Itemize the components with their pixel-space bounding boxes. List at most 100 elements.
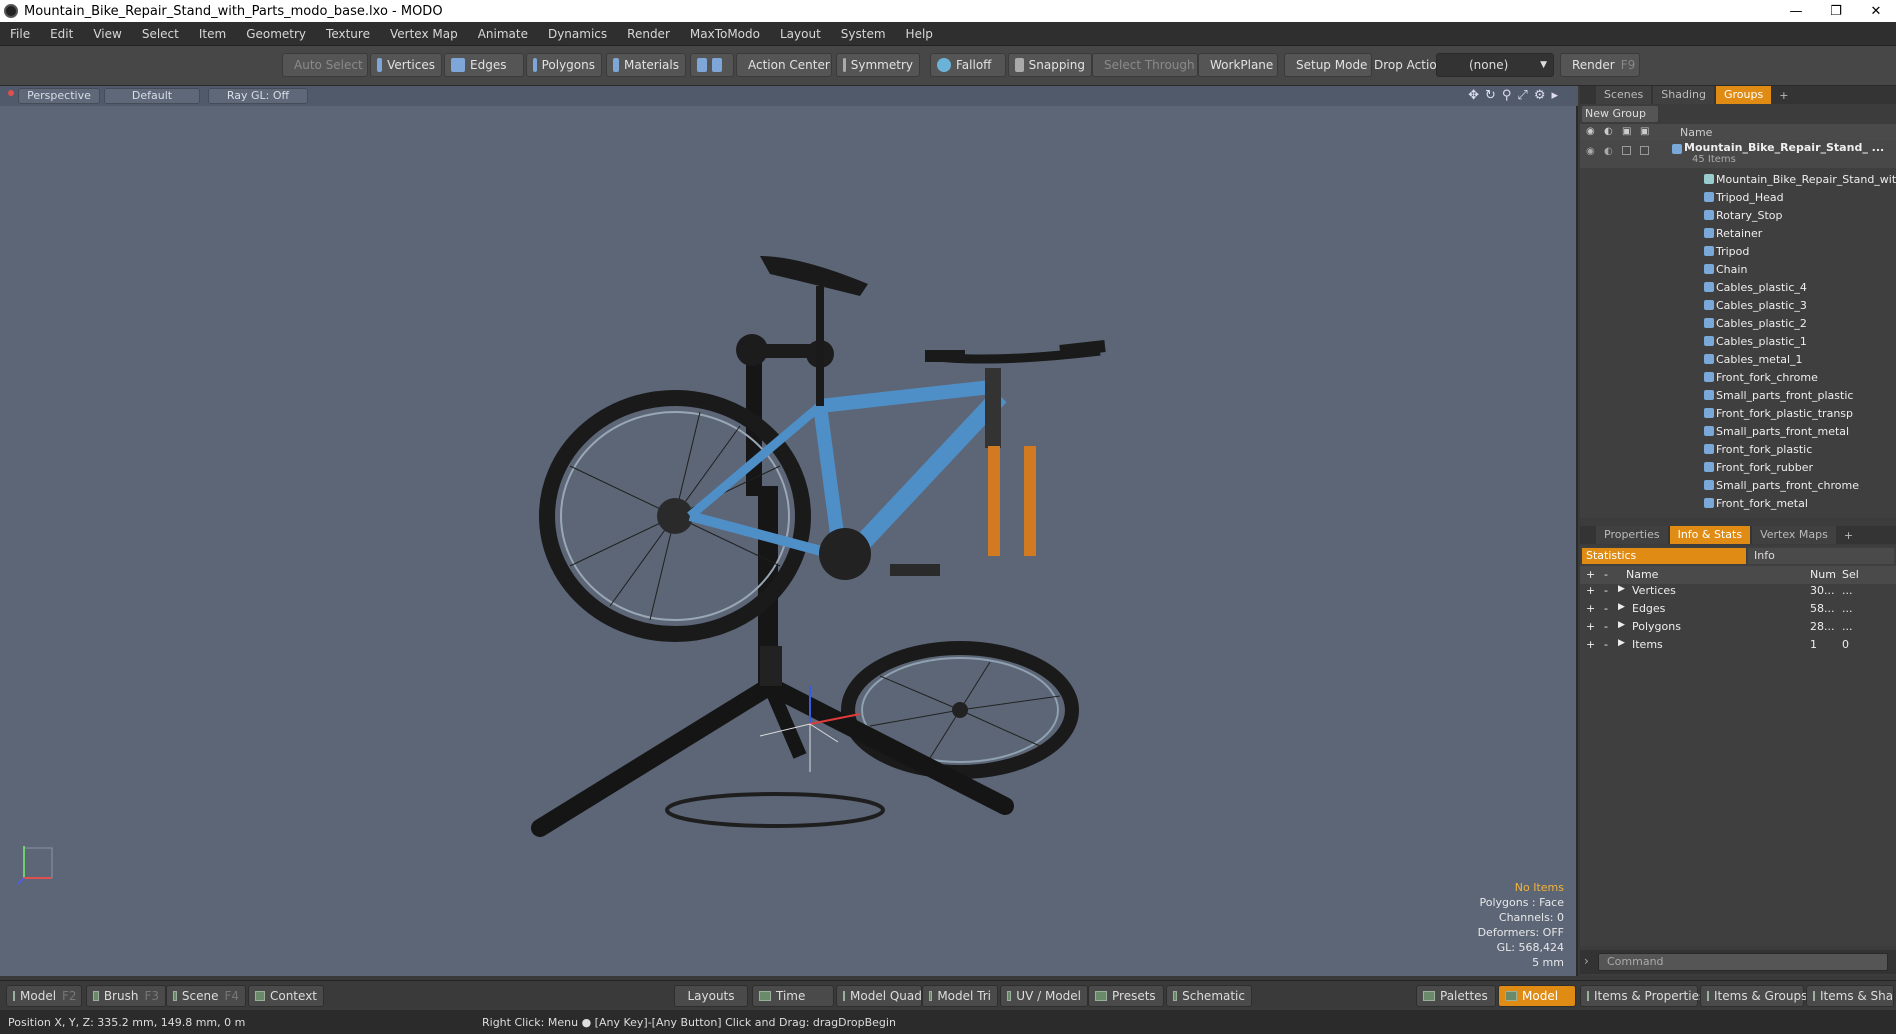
group-item[interactable]: Small_parts_front_metal [1580, 422, 1896, 440]
group-item[interactable]: Front_fork_plastic [1580, 440, 1896, 458]
falloff-button[interactable]: Falloff [930, 53, 1006, 77]
stats-row-items[interactable]: + - ▶ Items 1 0 [1580, 638, 1896, 656]
presets-button[interactable]: Presets [1088, 985, 1164, 1007]
3d-viewport[interactable]: Perspective Default Ray GL: Off ✥ ↻ ⚲ ⤢ … [0, 86, 1578, 976]
add-tab-icon[interactable]: + [1844, 529, 1853, 542]
new-group-button[interactable]: New Group [1582, 106, 1658, 122]
model-layout-button[interactable]: Model F2 [6, 985, 82, 1007]
setup-mode-button[interactable]: Setup Mode [1284, 53, 1372, 77]
menu-render[interactable]: Render [617, 22, 680, 46]
view-style-button[interactable]: Default [104, 88, 200, 104]
tab-statistics[interactable]: Statistics [1582, 548, 1746, 564]
menu-view[interactable]: View [83, 22, 131, 46]
workplane-button[interactable]: WorkPlane [1198, 53, 1278, 77]
group-item[interactable]: Retainer [1580, 224, 1896, 242]
close-icon[interactable]: ✕ [1856, 0, 1896, 22]
menu-item[interactable]: Item [189, 22, 236, 46]
group-item[interactable]: Cables_metal_1 [1580, 350, 1896, 368]
schematic-button[interactable]: Schematic [1166, 985, 1252, 1007]
drop-action-select[interactable]: (none) ▼ [1436, 53, 1554, 77]
items-shading-button[interactable]: Items & Shadi [1806, 985, 1894, 1007]
menu-system[interactable]: System [831, 22, 896, 46]
expand-all-icon[interactable]: + [1586, 568, 1595, 581]
collapse-icon[interactable]: - [1604, 620, 1608, 633]
action-center-button[interactable]: Action Center [736, 53, 832, 77]
group-item[interactable]: Front_fork_chrome [1580, 368, 1896, 386]
group-item[interactable]: Front_fork_metal [1580, 494, 1896, 512]
auto-select-button[interactable]: Auto Select [282, 53, 368, 77]
minimize-icon[interactable]: — [1776, 0, 1816, 22]
menu-vertex-map[interactable]: Vertex Map [380, 22, 468, 46]
scene-layout-button[interactable]: Scene F4 [166, 985, 246, 1007]
menu-select[interactable]: Select [132, 22, 189, 46]
expand-icon[interactable]: + [1586, 584, 1595, 597]
model-quad-button[interactable]: Model Quad [836, 985, 922, 1007]
menu-dynamics[interactable]: Dynamics [538, 22, 617, 46]
group-item[interactable]: Front_fork_rubber [1580, 458, 1896, 476]
menu-texture[interactable]: Texture [316, 22, 380, 46]
model-tab-active[interactable]: Model [1498, 985, 1576, 1007]
collapse-all-icon[interactable]: - [1604, 568, 1608, 581]
group-item[interactable]: Front_fork_plastic_transp [1580, 404, 1896, 422]
view-perspective-button[interactable]: Perspective [18, 88, 100, 104]
collapse-icon[interactable]: - [1604, 584, 1608, 597]
context-button[interactable]: Context [248, 985, 324, 1007]
group-item[interactable]: Tripod_Head [1580, 188, 1896, 206]
root-group-row[interactable]: ◉ ◐ Mountain_Bike_Repair_Stand_ ... 45 I… [1580, 140, 1896, 168]
stats-row-edges[interactable]: + - ▶ Edges 58... ... [1580, 602, 1896, 620]
stats-row-polygons[interactable]: + - ▶ Polygons 28... ... [1580, 620, 1896, 638]
select-through-button[interactable]: Select Through [1092, 53, 1198, 77]
time-button[interactable]: Time [752, 985, 834, 1007]
menu-help[interactable]: Help [896, 22, 943, 46]
tab-scenes[interactable]: Scenes [1596, 86, 1652, 104]
menu-geometry[interactable]: Geometry [236, 22, 316, 46]
collapse-icon[interactable]: - [1604, 638, 1608, 651]
symmetry-button[interactable]: Symmetry [836, 53, 920, 77]
group-item[interactable]: Mountain_Bike_Repair_Stand_with ... [1580, 170, 1896, 188]
menu-file[interactable]: File [0, 22, 40, 46]
group-item[interactable]: Cables_plastic_2 [1580, 314, 1896, 332]
expand-icon[interactable]: + [1586, 620, 1595, 633]
snapping-button[interactable]: Snapping [1008, 53, 1092, 77]
expand-arrow-icon[interactable]: ▸ [1551, 88, 1558, 103]
menu-maxtomodo[interactable]: MaxToModo [680, 22, 770, 46]
edges-button[interactable]: Edges [444, 53, 524, 77]
polygons-button[interactable]: Polygons [526, 53, 602, 77]
render-toggle-icon[interactable]: ◐ [1604, 146, 1613, 157]
move-view-icon[interactable]: ✥ [1468, 88, 1479, 103]
tab-shading[interactable]: Shading [1653, 86, 1714, 104]
render-button[interactable]: Render F9 [1560, 53, 1640, 77]
group-item[interactable]: Cables_plastic_1 [1580, 332, 1896, 350]
add-tab-icon[interactable]: + [1779, 89, 1788, 102]
eye-icon[interactable]: ◉ [1586, 146, 1595, 157]
uv-model-button[interactable]: UV / Model [1000, 985, 1088, 1007]
settings-gear-icon[interactable]: ⚙ [1534, 88, 1546, 103]
select-checkbox[interactable] [1640, 146, 1649, 155]
palettes-button[interactable]: Palettes [1416, 985, 1496, 1007]
vertices-button[interactable]: Vertices [370, 53, 442, 77]
restore-icon[interactable]: ❐ [1816, 0, 1856, 22]
items-properties-button[interactable]: Items & Properties [1580, 985, 1705, 1007]
command-input[interactable]: Command [1598, 953, 1888, 971]
group-item[interactable]: Cables_plastic_3 [1580, 296, 1896, 314]
group-item[interactable]: Chain [1580, 260, 1896, 278]
group-item[interactable]: Rotary_Stop [1580, 206, 1896, 224]
zoom-view-icon[interactable]: ⚲ [1502, 88, 1512, 103]
brush-layout-button[interactable]: Brush F3 [86, 985, 166, 1007]
group-item[interactable]: Cables_plastic_4 [1580, 278, 1896, 296]
group-item[interactable]: Tripod [1580, 242, 1896, 260]
menu-edit[interactable]: Edit [40, 22, 83, 46]
raygl-button[interactable]: Ray GL: Off [208, 88, 308, 104]
menu-animate[interactable]: Animate [468, 22, 538, 46]
lock-checkbox[interactable] [1622, 146, 1631, 155]
rotate-view-icon[interactable]: ↻ [1485, 88, 1496, 103]
tab-info-stats[interactable]: Info & Stats [1669, 526, 1751, 544]
model-tri-button[interactable]: Model Tri [922, 985, 998, 1007]
group-item[interactable]: Small_parts_front_plastic [1580, 386, 1896, 404]
expand-icon[interactable]: + [1586, 602, 1595, 615]
fit-view-icon[interactable]: ⤢ [1517, 88, 1527, 103]
menu-layout[interactable]: Layout [770, 22, 831, 46]
items-groups-button[interactable]: Items & Groups [1700, 985, 1807, 1007]
select-mode-buttons[interactable] [690, 53, 734, 77]
collapse-icon[interactable]: - [1604, 602, 1608, 615]
